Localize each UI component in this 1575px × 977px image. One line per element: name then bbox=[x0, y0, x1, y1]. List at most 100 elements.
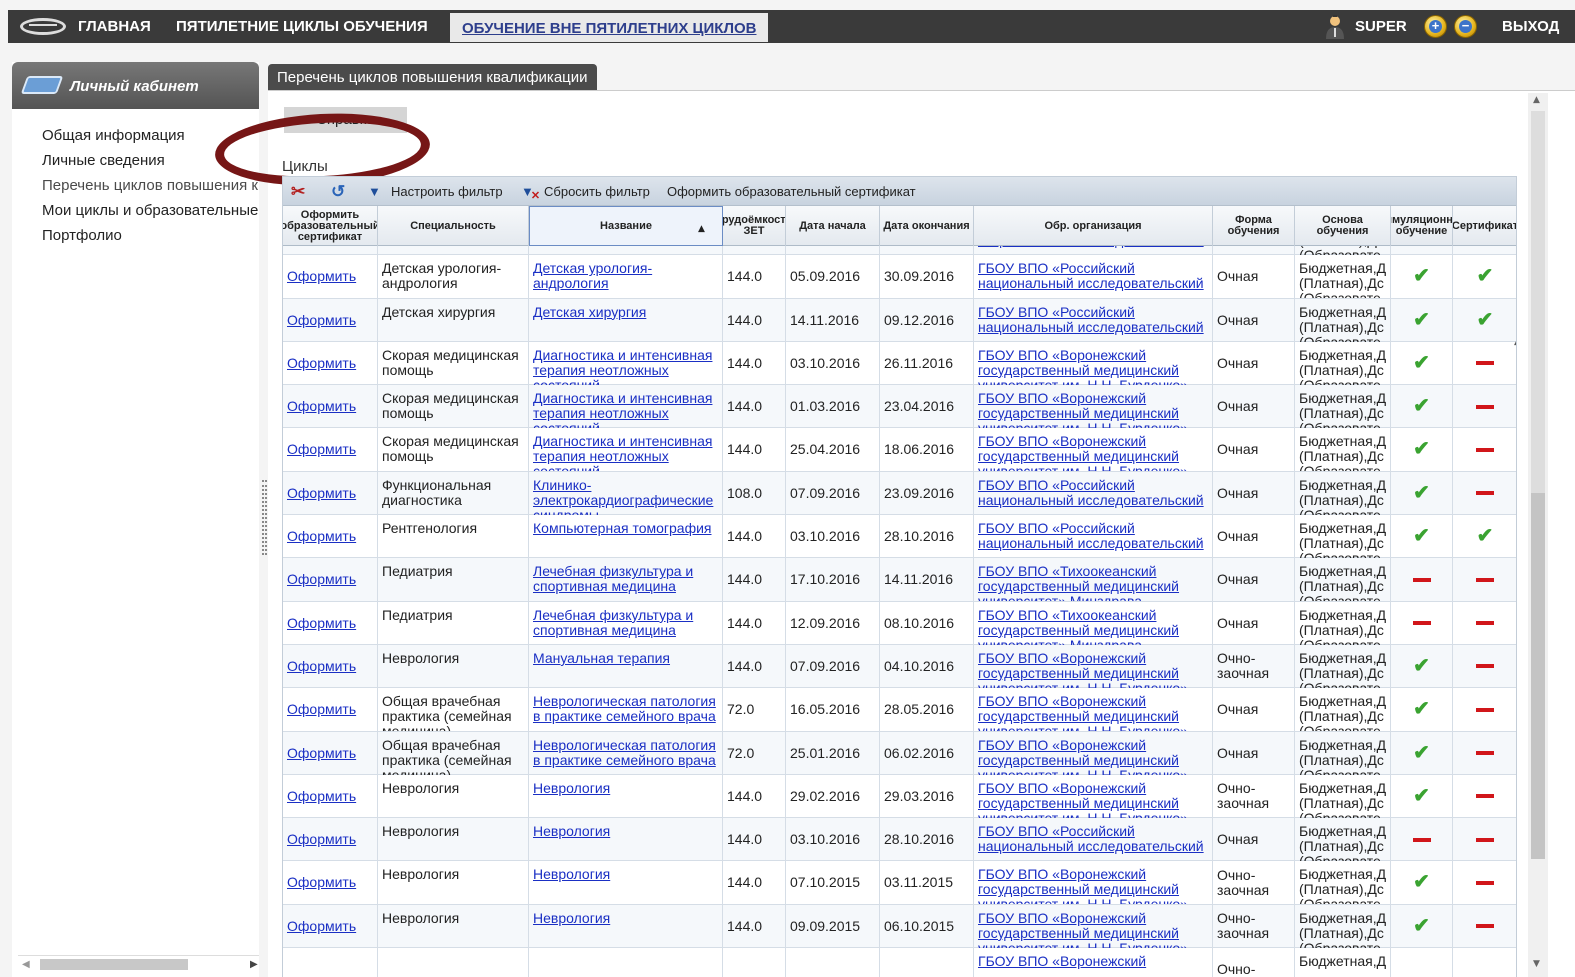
issue-link[interactable] bbox=[283, 948, 378, 977]
cycle-name-link[interactable]: Диагностика и интенсивная терапия неотло… bbox=[529, 428, 723, 472]
issue-link[interactable]: Оформить bbox=[283, 515, 378, 559]
cycle-name-link[interactable]: Детская урология-андрология bbox=[529, 255, 723, 299]
column-header-specialty[interactable]: Специальность bbox=[378, 206, 529, 246]
certificate-status bbox=[1453, 732, 1516, 775]
cycle-name-link[interactable]: Диагностика и интенсивная терапия неотло… bbox=[529, 385, 723, 429]
scrollbar-thumb[interactable] bbox=[40, 959, 188, 970]
organization-link[interactable]: ГБОУ ВПО «Воронежский государственный ме… bbox=[974, 385, 1213, 429]
issue-link[interactable]: Оформить bbox=[283, 904, 378, 948]
user-name-label[interactable]: SUPER bbox=[1355, 10, 1407, 43]
organization-link[interactable]: ГБОУ ВПО «Российский национальный исслед… bbox=[974, 246, 1213, 255]
scroll-left-icon[interactable]: ◀ bbox=[22, 959, 30, 970]
issue-link[interactable]: Оформить bbox=[283, 774, 378, 818]
refresh-icon[interactable]: ↺ bbox=[331, 183, 351, 201]
simulation-status bbox=[1391, 601, 1453, 645]
main-vertical-scrollbar[interactable]: ▲ ▼ bbox=[1528, 93, 1548, 977]
cycle-name-link[interactable]: Лечебная физкультура и спортивная медици… bbox=[529, 558, 723, 602]
issue-link[interactable]: Оформить bbox=[283, 471, 378, 515]
configure-filter-button[interactable]: Настроить фильтр bbox=[391, 183, 503, 201]
issue-link[interactable]: Оформить bbox=[283, 341, 378, 385]
cycle-name-link[interactable]: Мануальная терапия bbox=[529, 644, 723, 688]
reset-filter-icon[interactable]: ▼✕ bbox=[521, 183, 543, 202]
cycle-name-link[interactable]: Диагностика и интенсивная терапия неотло… bbox=[529, 341, 723, 385]
cycle-name-link[interactable]: Неврология bbox=[529, 861, 723, 905]
splitter-handle[interactable] bbox=[262, 480, 267, 555]
sidebar-item-cycle-list[interactable]: Перечень циклов повышения квалификации bbox=[42, 173, 259, 198]
organization-link[interactable]: ГБОУ ВПО «Воронежский государственный ме… bbox=[974, 688, 1213, 732]
organization-link[interactable]: ГБОУ ВПО «Российский национальный исслед… bbox=[974, 255, 1213, 299]
organization-link[interactable]: ГБОУ ВПО «Российский национальный исслед… bbox=[974, 818, 1213, 862]
nav-outside-cycles-link[interactable]: ОБУЧЕНИЕ ВНЕ ПЯТИЛЕТНИХ ЦИКЛОВ bbox=[450, 13, 769, 42]
sidebar-item-general-info[interactable]: Общая информация bbox=[42, 123, 259, 148]
column-header-name[interactable]: Название bbox=[529, 206, 723, 246]
cycle-name-link[interactable]: Гастроэнтерология bbox=[529, 246, 723, 255]
issue-link[interactable]: Оформить bbox=[283, 644, 378, 688]
organization-link[interactable]: ГБОУ ВПО «Российский национальный исслед… bbox=[974, 471, 1213, 515]
column-header-simulation[interactable]: Симуляционное обучение bbox=[1391, 206, 1453, 246]
cycle-name-link[interactable]: Детская хирургия bbox=[529, 298, 723, 342]
issue-link[interactable]: Оформить bbox=[283, 731, 378, 775]
organization-link[interactable]: ГБОУ ВПО «Тихоокеанский государственный … bbox=[974, 558, 1213, 602]
sidebar-item-my-cycles[interactable]: Мои циклы и образовательные сертификаты bbox=[42, 198, 259, 223]
organization-link[interactable]: ГБОУ ВПО «Воронежский государственный ме… bbox=[974, 774, 1213, 818]
specialty-cell: Педиатрия bbox=[378, 601, 529, 645]
sidebar-item-personal-data[interactable]: Личные сведения bbox=[42, 148, 259, 173]
tab-cycle-list[interactable]: Перечень циклов повышения квалификации bbox=[268, 64, 597, 90]
scroll-up-icon[interactable]: ▲ bbox=[1533, 95, 1540, 105]
cycle-name-link[interactable] bbox=[529, 948, 723, 977]
column-header-labor[interactable]: Трудоёмкость ЗЕТ bbox=[723, 206, 786, 246]
organization-link[interactable]: ГБОУ ВПО «Российский национальный исслед… bbox=[974, 298, 1213, 342]
simulation-status: ✔ bbox=[1391, 255, 1453, 299]
grid-scroll-up-icon[interactable]: ▲ bbox=[1514, 337, 1516, 347]
column-header-certificate[interactable]: Сертификат bbox=[1453, 206, 1516, 246]
column-header-end[interactable]: Дата окончания bbox=[880, 206, 974, 246]
cycle-name-link[interactable]: Неврология bbox=[529, 818, 723, 862]
issue-link[interactable]: Оформить bbox=[283, 428, 378, 472]
organization-link[interactable]: ГБОУ ВПО «Воронежский государственный ме… bbox=[974, 861, 1213, 905]
organization-link[interactable]: ГБОУ ВПО «Российский национальный исслед… bbox=[974, 515, 1213, 559]
issue-link[interactable]: Оформить bbox=[283, 558, 378, 602]
issue-link[interactable]: Оформить bbox=[283, 861, 378, 905]
organization-link[interactable]: ГБОУ ВПО «Воронежский государственный ме… bbox=[974, 341, 1213, 385]
cycle-name-link[interactable]: Неврология bbox=[529, 904, 723, 948]
organization-link[interactable]: ГБОУ ВПО «Воронежский bbox=[974, 948, 1213, 977]
issue-link[interactable]: Оформить bbox=[283, 255, 378, 299]
scrollbar-thumb[interactable] bbox=[1531, 493, 1545, 859]
cycle-name-link[interactable]: Компьютерная томография bbox=[529, 515, 723, 559]
nav-home-link[interactable]: ГЛАВНАЯ bbox=[78, 10, 151, 43]
zoom-in-icon[interactable]: + bbox=[1424, 15, 1447, 38]
organization-link[interactable]: ГБОУ ВПО «Воронежский государственный ме… bbox=[974, 428, 1213, 472]
nav-five-year-cycles-link[interactable]: ПЯТИЛЕТНИЕ ЦИКЛЫ ОБУЧЕНИЯ bbox=[176, 10, 428, 43]
issue-link[interactable]: Оформить bbox=[283, 818, 378, 862]
issue-link[interactable]: Оформить bbox=[283, 601, 378, 645]
cycle-name-link[interactable]: Неврологическая патология в практике сем… bbox=[529, 731, 723, 775]
column-header-issue[interactable]: Оформить образовательный сертификат bbox=[283, 206, 378, 246]
filter-icon[interactable]: ▼ bbox=[368, 183, 381, 201]
cycle-name-link[interactable]: Лечебная физкультура и спортивная медици… bbox=[529, 601, 723, 645]
tools-icon[interactable]: ✂ bbox=[291, 183, 311, 201]
cycle-name-link[interactable]: Неврологическая патология в практике сем… bbox=[529, 688, 723, 732]
sidebar-item-portfolio[interactable]: Портфолио bbox=[42, 223, 259, 248]
organization-link[interactable]: ГБОУ ВПО «Тихоокеанский государственный … bbox=[974, 601, 1213, 645]
scroll-right-icon[interactable]: ▶ bbox=[250, 959, 258, 970]
issue-certificate-button[interactable]: Оформить образовательный сертификат bbox=[667, 183, 916, 201]
issue-link[interactable]: Оформить bbox=[283, 298, 378, 342]
column-header-org[interactable]: Обр. организация bbox=[974, 206, 1213, 246]
reset-filter-button[interactable]: Сбросить фильтр bbox=[544, 183, 650, 201]
cycle-name-link[interactable]: Неврология bbox=[529, 774, 723, 818]
column-header-form[interactable]: Форма обучения bbox=[1213, 206, 1295, 246]
issue-link[interactable]: Оформить bbox=[283, 246, 378, 255]
column-header-basis[interactable]: Основа обучения bbox=[1295, 206, 1391, 246]
zoom-out-icon[interactable]: − bbox=[1454, 15, 1477, 38]
issue-link[interactable]: Оформить bbox=[283, 385, 378, 429]
cycle-name-link[interactable]: Клинико-электрокардиографические синдром… bbox=[529, 471, 723, 515]
issue-link[interactable]: Оформить bbox=[283, 688, 378, 732]
organization-link[interactable]: ГБОУ ВПО «Воронежский государственный ме… bbox=[974, 644, 1213, 688]
sidebar-horizontal-scrollbar[interactable]: ◀ ▶ bbox=[18, 955, 259, 973]
organization-link[interactable]: ГБОУ ВПО «Воронежский государственный ме… bbox=[974, 731, 1213, 775]
organization-link[interactable]: ГБОУ ВПО «Воронежский государственный ме… bbox=[974, 904, 1213, 948]
column-header-start[interactable]: Дата начала bbox=[786, 206, 880, 246]
logout-link[interactable]: ВЫХОД bbox=[1502, 10, 1559, 43]
help-button[interactable]: Справка bbox=[284, 107, 407, 133]
scroll-down-icon[interactable]: ▼ bbox=[1533, 959, 1540, 969]
